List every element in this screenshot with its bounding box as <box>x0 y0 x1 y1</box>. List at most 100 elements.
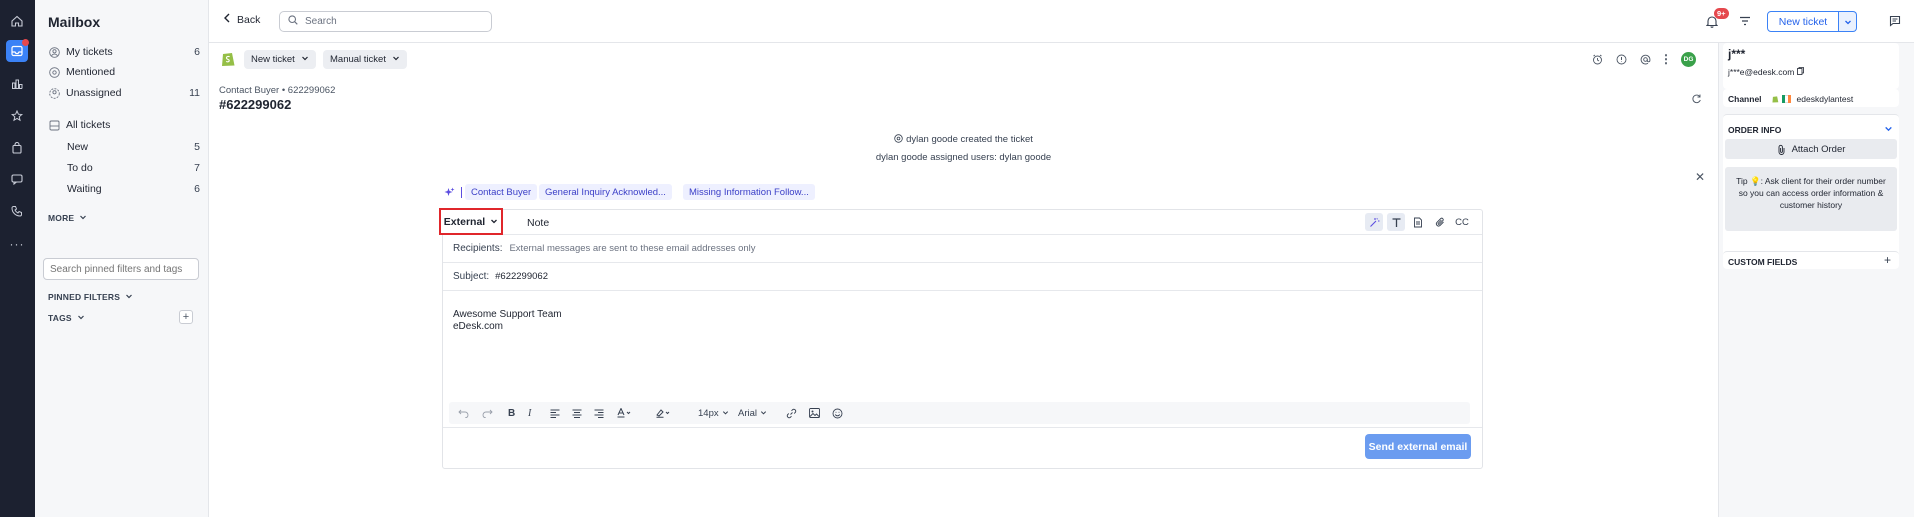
chat-icon[interactable] <box>6 168 28 190</box>
paperclip-icon[interactable] <box>1431 213 1449 231</box>
highlight-icon[interactable] <box>656 404 670 422</box>
external-mode-toggle[interactable]: External <box>439 208 503 235</box>
subject-row[interactable]: Subject: #622299062 <box>443 263 1482 291</box>
attach-order-button[interactable]: Attach Order <box>1725 139 1897 159</box>
font-size-select[interactable]: 14px <box>698 404 729 422</box>
undo-icon[interactable] <box>458 404 469 422</box>
ticket-details-panel: j*** j***e@edesk.com Channel edeskdylant… <box>1718 43 1914 517</box>
contact-email-row[interactable]: j***e@edesk.com <box>1728 67 1805 77</box>
message-icon[interactable] <box>1889 15 1901 30</box>
channel-row: Channel edeskdylantest <box>1728 94 1853 104</box>
sidebar-item-my-tickets[interactable]: My tickets 6 <box>48 43 200 61</box>
stack-icon <box>48 119 61 132</box>
align-center-icon[interactable] <box>572 404 582 422</box>
ai-wand-icon[interactable] <box>1365 213 1383 231</box>
recipients-label: Recipients: <box>453 243 503 254</box>
filter-icon[interactable] <box>1739 16 1751 29</box>
chevron-down-icon <box>79 213 87 223</box>
ai-suggestion-chip[interactable]: Missing Information Follow... <box>683 184 815 200</box>
emoji-icon[interactable] <box>832 404 843 422</box>
message-body[interactable]: Awesome Support Team eDesk.com <box>453 309 562 333</box>
sidebar-item-label: To do <box>67 162 93 174</box>
pinned-filters-search-input[interactable] <box>43 258 199 280</box>
text-format-icon[interactable] <box>1387 213 1405 231</box>
sidebar-item-new[interactable]: New 5 <box>67 138 200 156</box>
new-ticket-dropdown-button[interactable] <box>1839 11 1857 32</box>
note-mode-tab[interactable]: Note <box>527 217 549 229</box>
tip-prefix: Tip <box>1736 176 1748 186</box>
italic-icon[interactable]: I <box>528 404 531 422</box>
lightbulb-icon: 💡 <box>1750 176 1761 186</box>
chip-label: Manual ticket <box>330 54 386 65</box>
more-icon[interactable]: ··· <box>6 233 28 255</box>
chart-icon[interactable] <box>6 73 28 95</box>
sidebar-item-count: 5 <box>194 141 200 153</box>
bold-icon[interactable]: B <box>508 404 515 422</box>
info-icon[interactable] <box>1614 52 1628 66</box>
ai-sparkle-icon <box>444 187 462 198</box>
global-search-input[interactable]: Search <box>279 11 492 32</box>
send-external-email-button[interactable]: Send external email <box>1365 434 1471 459</box>
template-doc-icon[interactable] <box>1409 213 1427 231</box>
tip-text: : Ask client for their order number so y… <box>1738 176 1886 210</box>
sidebar-item-mentioned[interactable]: Mentioned <box>48 63 200 81</box>
sidebar-title: Mailbox <box>48 14 101 30</box>
order-info-title: ORDER INFO <box>1728 125 1782 135</box>
text-color-icon[interactable] <box>617 404 631 422</box>
sidebar-item-label: All tickets <box>66 119 111 131</box>
sidebar-item-unassigned[interactable]: Unassigned 11 <box>48 84 200 102</box>
chip-label: New ticket <box>251 54 295 65</box>
back-button[interactable]: Back <box>223 13 260 26</box>
tags-toggle[interactable]: TAGS <box>48 313 85 323</box>
chevron-down-icon[interactable] <box>1884 124 1893 136</box>
close-icon[interactable]: ✕ <box>1695 170 1705 184</box>
avatar[interactable]: DG <box>1681 52 1696 67</box>
ai-suggestion-chip[interactable]: General Inquiry Acknowled... <box>539 184 672 200</box>
custom-fields-title: CUSTOM FIELDS <box>1728 257 1798 267</box>
link-icon[interactable] <box>786 404 797 422</box>
sidebar-item-count: 11 <box>189 87 200 99</box>
inbox-icon[interactable] <box>6 39 29 62</box>
new-ticket-button[interactable]: New ticket <box>1767 11 1839 32</box>
cc-toggle[interactable]: CC <box>1453 213 1471 231</box>
align-left-icon[interactable] <box>550 404 560 422</box>
manual-ticket-chip[interactable]: Manual ticket <box>323 50 407 69</box>
sidebar-item-all-tickets[interactable]: All tickets <box>48 116 200 134</box>
sidebar-item-label: Waiting <box>67 183 102 195</box>
recipients-row[interactable]: Recipients: External messages are sent t… <box>443 235 1482 263</box>
unread-dot <box>22 39 29 46</box>
chevron-down-icon <box>392 54 400 65</box>
signature-line: eDesk.com <box>453 321 504 332</box>
redo-icon[interactable] <box>482 404 493 422</box>
bag-icon[interactable] <box>6 137 28 159</box>
snooze-clock-icon[interactable] <box>1590 52 1604 66</box>
pinned-filters-toggle[interactable]: PINNED FILTERS <box>48 292 133 302</box>
more-toggle[interactable]: MORE <box>48 213 87 223</box>
ireland-flag-icon <box>1781 95 1791 103</box>
more-label: MORE <box>48 213 75 223</box>
activity-assigned: dylan goode assigned users: dylan goode <box>875 152 1052 163</box>
refresh-icon[interactable] <box>1689 91 1703 105</box>
more-vertical-icon[interactable]: ⋮ <box>1659 52 1673 66</box>
copy-icon[interactable] <box>1797 67 1805 77</box>
composer-divider <box>443 427 1482 428</box>
activity-text: dylan goode created the ticket <box>906 134 1033 145</box>
add-tag-button[interactable]: + <box>179 310 193 324</box>
font-family-select[interactable]: Arial <box>738 404 767 422</box>
ai-suggestion-chip[interactable]: Contact Buyer <box>465 184 538 200</box>
chevron-down-icon <box>77 313 85 323</box>
add-custom-field-button[interactable]: + <box>1884 253 1891 267</box>
star-icon[interactable] <box>6 105 28 127</box>
sidebar-item-to-do[interactable]: To do 7 <box>67 159 200 177</box>
tags-label: TAGS <box>48 313 72 323</box>
top-bar: Back Search 9+ New ticket <box>209 0 1914 43</box>
align-right-icon[interactable] <box>594 404 604 422</box>
image-icon[interactable] <box>809 404 820 422</box>
sidebar-item-waiting[interactable]: Waiting 6 <box>67 180 200 198</box>
new-ticket-status-chip[interactable]: New ticket <box>244 50 316 69</box>
mention-icon[interactable] <box>1638 52 1652 66</box>
mode-label: External <box>443 215 486 228</box>
phone-icon[interactable] <box>6 200 28 222</box>
home-icon[interactable] <box>6 10 28 32</box>
paperclip-icon <box>1777 144 1786 155</box>
